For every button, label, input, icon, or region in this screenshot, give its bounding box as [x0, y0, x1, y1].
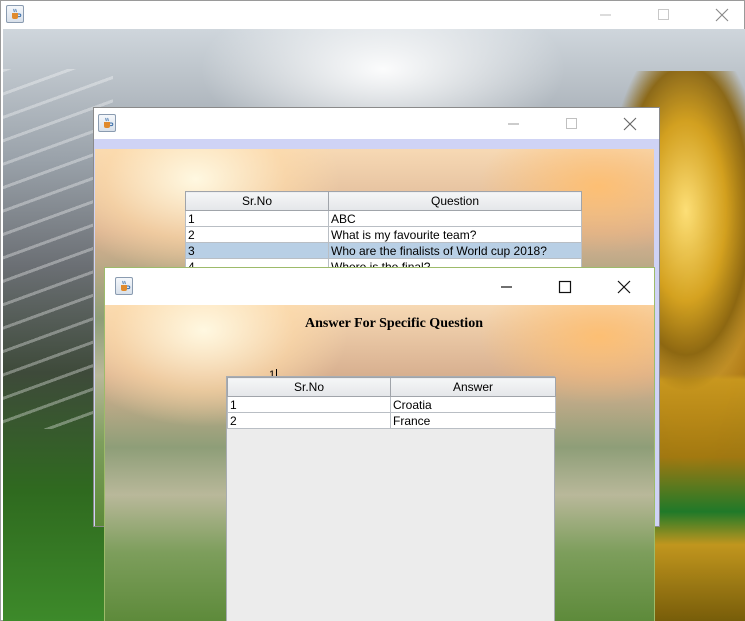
minimize-icon[interactable]: [596, 5, 616, 25]
cell-sr-no[interactable]: 2: [227, 412, 391, 429]
table-row[interactable]: 1 Croatia: [227, 396, 556, 413]
page-title: Answer For Specific Question: [305, 316, 483, 331]
cell-sr-no[interactable]: 2: [185, 226, 329, 243]
cell-question[interactable]: What is my favourite team?: [328, 226, 582, 243]
cell-answer[interactable]: Croatia: [390, 396, 556, 413]
maximize-icon[interactable]: [654, 5, 674, 25]
close-icon[interactable]: [614, 277, 634, 297]
answer-titlebar[interactable]: [105, 268, 654, 305]
cell-sr-no[interactable]: 1: [227, 396, 391, 413]
minimize-icon[interactable]: [497, 277, 517, 297]
cell-sr-no[interactable]: 1: [185, 210, 329, 227]
table-row[interactable]: 1 ABC: [185, 210, 582, 227]
questions-table[interactable]: Sr.No Question 1 ABC 2 What is my favour…: [185, 191, 582, 275]
answer-window: Answer For Specific Question 1 Sr.No Ans…: [104, 267, 655, 621]
column-header-question[interactable]: Question: [328, 191, 582, 211]
answers-table[interactable]: Sr.No Answer 1 Croatia 2 France: [227, 377, 556, 429]
java-cup-icon[interactable]: [98, 114, 116, 132]
table-row[interactable]: 2 France: [227, 412, 556, 429]
column-header-sr-no[interactable]: Sr.No: [227, 377, 391, 397]
answers-table-panel[interactable]: Sr.No Answer 1 Croatia 2 France: [226, 376, 556, 621]
table-row[interactable]: 2 What is my favourite team?: [185, 226, 582, 243]
maximize-icon[interactable]: [555, 277, 575, 297]
cell-question[interactable]: Who are the finalists of World cup 2018?: [328, 242, 582, 259]
close-icon[interactable]: [620, 114, 640, 134]
cell-question[interactable]: ABC: [328, 210, 582, 227]
questions-titlebar[interactable]: [94, 108, 659, 139]
java-cup-icon[interactable]: [115, 277, 133, 295]
questions-table-header: Sr.No Question: [185, 191, 582, 211]
column-header-sr-no[interactable]: Sr.No: [185, 191, 329, 211]
minimize-icon[interactable]: [504, 114, 524, 134]
main-titlebar[interactable]: [1, 1, 744, 29]
java-cup-icon[interactable]: [6, 5, 24, 23]
answers-table-header: Sr.No Answer: [227, 377, 556, 397]
cell-answer[interactable]: France: [390, 412, 556, 429]
column-header-answer[interactable]: Answer: [390, 377, 556, 397]
maximize-icon[interactable]: [562, 114, 582, 134]
close-icon[interactable]: [712, 5, 732, 25]
cell-sr-no[interactable]: 3: [185, 242, 329, 259]
table-row-selected[interactable]: 3 Who are the finalists of World cup 201…: [185, 242, 582, 259]
